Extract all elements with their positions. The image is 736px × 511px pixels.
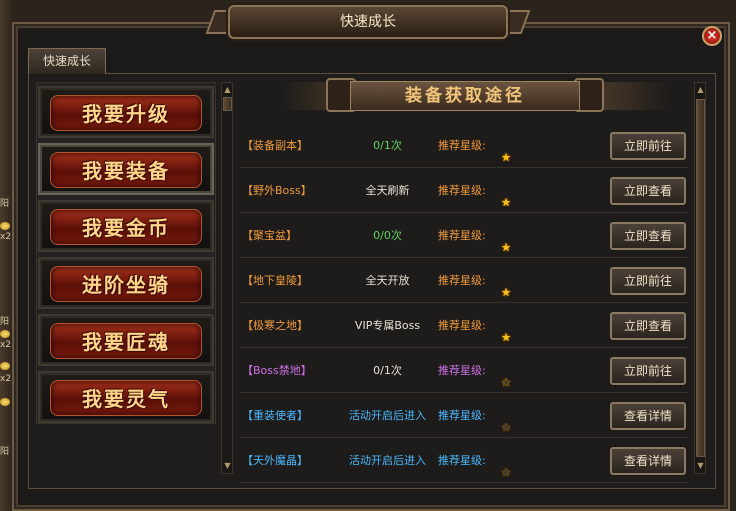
source-status: 活动开启后进入 <box>349 409 426 422</box>
side-text: x2 <box>0 232 12 242</box>
menu-button[interactable]: 我要匠魂 <box>38 314 214 366</box>
gold-coin-icon <box>0 398 10 406</box>
action-button[interactable]: 立即前往 <box>610 132 686 160</box>
recommend-label: 推荐星级: <box>438 139 486 152</box>
action-button[interactable]: 查看详情 <box>610 447 686 475</box>
close-button[interactable]: × <box>702 26 722 46</box>
scroll-down-icon[interactable]: ▼ <box>223 461 232 470</box>
menu-button-label: 我要灵气 <box>82 387 170 411</box>
source-status: VIP专属Boss <box>354 319 421 332</box>
side-text: x2 <box>0 374 12 384</box>
source-status: 活动开启后进入 <box>349 454 426 467</box>
source-name: 【天外魔晶】 <box>242 454 308 467</box>
scroll-thumb[interactable] <box>696 99 705 457</box>
scroll-up-icon[interactable]: ▲ <box>223 85 232 94</box>
acquisition-row: 【聚宝盆】 0/0次 推荐星级: ★ ★ ★ ★ ★ 立即查看 <box>240 214 688 258</box>
recommend-label: 推荐星级: <box>438 184 486 197</box>
menu-button[interactable]: 我要金币 <box>38 200 214 252</box>
action-button[interactable]: 立即查看 <box>610 312 686 340</box>
recommend-label: 推荐星级: <box>438 274 486 287</box>
close-icon: × <box>706 28 718 43</box>
action-button[interactable]: 立即查看 <box>610 177 686 205</box>
acquisition-row: 【重装使者】 活动开启后进入 推荐星级: ★ ★ ★ ★ ★ 查看详情 <box>240 394 688 438</box>
side-text: 阳 <box>0 317 10 327</box>
acquisition-row: 【地下皇陵】 全天开放 推荐星级: ★ ★ ★ ★ ★ 立即前往 <box>240 259 688 303</box>
menu-button-plate: 我要金币 <box>50 209 202 245</box>
source-name: 【聚宝盆】 <box>242 229 297 242</box>
menu-button[interactable]: 我要装备 <box>38 143 214 195</box>
source-name: 【装备副本】 <box>242 139 308 152</box>
scroll-up-icon[interactable]: ▲ <box>696 85 705 94</box>
source-status: 全天刷新 <box>365 184 410 197</box>
section-title: 装备获取途径 <box>405 86 525 106</box>
side-text: 阳 <box>0 447 10 457</box>
acquisition-row: 【极寒之地】 VIP专属Boss 推荐星级: ★ ★ ★ ★ ★ 立即查看 <box>240 304 688 348</box>
right-scrollbar[interactable]: ▲ ▼ <box>694 82 706 474</box>
gold-coin-icon <box>0 330 10 338</box>
action-button[interactable]: 立即前往 <box>610 357 686 385</box>
action-button[interactable]: 立即前往 <box>610 267 686 295</box>
star-empty-icon: ★ <box>501 466 511 479</box>
source-name: 【地下皇陵】 <box>242 274 308 287</box>
tab-quick-growth[interactable]: 快速成长 <box>28 48 106 74</box>
source-name: 【Boss禁地】 <box>242 364 312 377</box>
recommend-label: 推荐星级: <box>438 409 486 422</box>
acquisition-row: 【Boss禁地】 0/1次 推荐星级: ★ ★ ★ ★ ★ 立即前往 <box>240 349 688 393</box>
recommend-label: 推荐星级: <box>438 364 486 377</box>
menu-button-label: 我要匠魂 <box>82 330 170 354</box>
recommend-label: 推荐星级: <box>438 229 486 242</box>
menu-button[interactable]: 我要灵气 <box>38 371 214 423</box>
recommend-label: 推荐星级: <box>438 454 486 467</box>
source-status: 0/1次 <box>373 364 402 377</box>
menu-button-plate: 我要装备 <box>50 152 202 188</box>
menu-button-plate: 进阶坐骑 <box>50 266 202 302</box>
acquisition-row: 【野外Boss】 全天刷新 推荐星级: ★ ★ ★ ★ ★ 立即查看 <box>240 169 688 213</box>
menu-button[interactable]: 进阶坐骑 <box>38 257 214 309</box>
menu-button-label: 进阶坐骑 <box>82 273 170 297</box>
recommend-label: 推荐星级: <box>438 319 486 332</box>
scroll-down-icon[interactable]: ▼ <box>696 461 705 470</box>
action-button[interactable]: 查看详情 <box>610 402 686 430</box>
gold-coin-icon <box>0 222 10 230</box>
menu-button-plate: 我要灵气 <box>50 380 202 416</box>
window-title: 快速成长 <box>340 14 396 30</box>
left-scrollbar[interactable]: ▲ ▼ <box>221 82 233 474</box>
menu-button[interactable]: 我要升级 <box>38 86 214 138</box>
scroll-thumb[interactable] <box>223 97 232 111</box>
menu-button-label: 我要装备 <box>82 159 170 183</box>
action-button[interactable]: 立即查看 <box>610 222 686 250</box>
gold-coin-icon <box>0 362 10 370</box>
source-status: 0/1次 <box>373 139 402 152</box>
source-name: 【极寒之地】 <box>242 319 308 332</box>
side-text: x2 <box>0 340 12 350</box>
menu-button-plate: 我要升级 <box>50 95 202 131</box>
menu-button-label: 我要金币 <box>82 216 170 240</box>
source-name: 【野外Boss】 <box>242 184 312 197</box>
acquisition-row: 【装备副本】 0/1次 推荐星级: ★ ★ ★ ★ ★ 立即前往 <box>240 124 688 168</box>
source-name: 【重装使者】 <box>242 409 308 422</box>
menu-button-plate: 我要匠魂 <box>50 323 202 359</box>
source-status: 0/0次 <box>373 229 402 242</box>
acquisition-row: 【天外魔晶】 活动开启后进入 推荐星级: ★ ★ ★ ★ ★ 查看详情 <box>240 439 688 483</box>
source-status: 全天开放 <box>365 274 410 287</box>
side-text: 阳 <box>0 199 10 209</box>
menu-button-label: 我要升级 <box>82 102 170 126</box>
